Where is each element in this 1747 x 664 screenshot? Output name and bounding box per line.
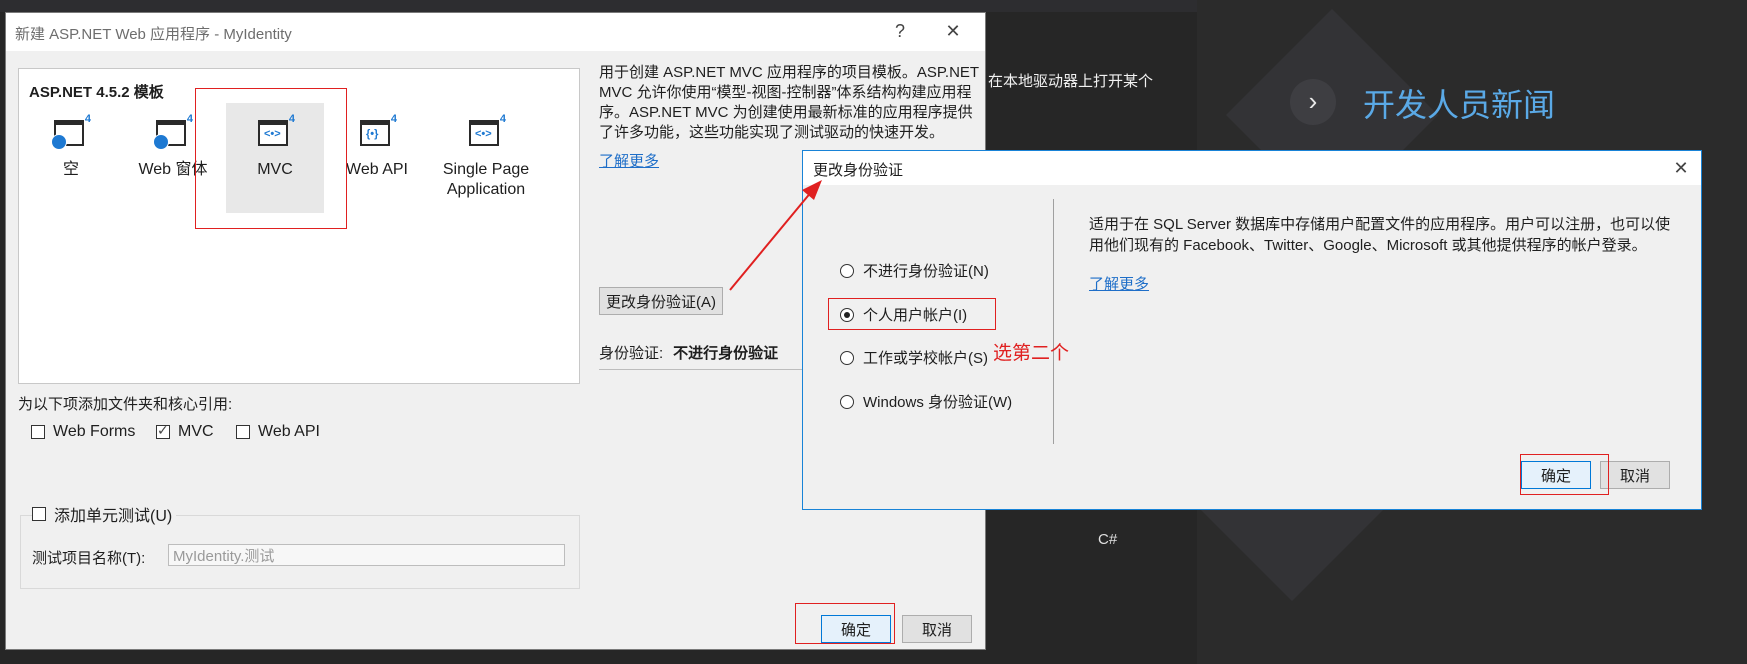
web-forms-icon: 4 — [153, 113, 193, 150]
radio-button[interactable] — [840, 350, 854, 365]
checkbox-box[interactable] — [31, 425, 45, 439]
dialog-title: 新建 ASP.NET Web 应用程序 - MyIdentity — [15, 26, 292, 43]
checkbox-web-forms[interactable]: Web Forms — [31, 423, 135, 441]
description-text: 用于创建 ASP.NET MVC 应用程序的项目模板。ASP.NET MVC 允… — [599, 64, 979, 141]
checkbox-label: Web API — [258, 423, 320, 440]
developer-news-title: 开发人员新闻 — [1363, 87, 1556, 123]
cancel-button[interactable]: 取消 — [902, 615, 972, 643]
radio-label: Windows 身份验证(W) — [863, 394, 1013, 411]
close-icon[interactable]: ✕ — [1669, 156, 1693, 180]
auth-description-text: 适用于在 SQL Server 数据库中存储用户配置文件的应用程序。用户可以注册… — [1089, 216, 1671, 254]
web-project-icon: 4 — [51, 113, 91, 150]
checkbox-web-api[interactable]: Web API — [236, 423, 320, 441]
radio-work-school[interactable]: 工作或学校帐户(S) — [840, 347, 988, 368]
dialog-titlebar: 新建 ASP.NET Web 应用程序 - MyIdentity ? ✕ — [6, 13, 985, 51]
web-api-icon: {•} 4 — [360, 113, 397, 150]
spa-icon: <•> 4 — [469, 113, 506, 150]
learn-more-link[interactable]: 了解更多 — [599, 153, 659, 170]
checkbox-label: Web Forms — [53, 423, 136, 440]
highlight-mvc-template — [195, 88, 347, 229]
templates-heading: ASP.NET 4.5.2 模板 — [29, 84, 164, 101]
checkbox-box[interactable] — [32, 507, 46, 521]
auth-description: 适用于在 SQL Server 数据库中存储用户配置文件的应用程序。用户可以注册… — [1089, 214, 1674, 295]
checkbox-unit-test[interactable]: 添加单元测试(U) — [32, 502, 177, 526]
radio-label: 工作或学校帐户(S) — [863, 350, 988, 367]
radio-label: 不进行身份验证(N) — [863, 263, 989, 280]
auth-label: 身份验证: — [599, 345, 664, 362]
radio-button[interactable] — [840, 394, 854, 409]
dialog-titlebar: 更改身份验证 ✕ — [803, 151, 1701, 185]
divider — [1053, 199, 1054, 444]
template-label: Single Page Application — [442, 161, 530, 198]
template-empty[interactable]: 4 空 — [22, 103, 120, 213]
news-expand-arrow-icon[interactable]: › — [1290, 79, 1336, 125]
help-icon[interactable]: ? — [888, 19, 912, 43]
checkbox-box[interactable] — [156, 422, 170, 439]
language-label: C# — [1098, 531, 1118, 548]
change-auth-button[interactable]: 更改身份验证(A) — [599, 287, 723, 315]
checkbox-mvc[interactable]: MVC — [156, 422, 214, 441]
start-page-open-local-text: 在本地驱动器上打开某个 — [988, 73, 1154, 90]
template-spa[interactable]: <•> 4 Single Page Application — [430, 103, 542, 213]
learn-more-link[interactable]: 了解更多 — [1089, 276, 1149, 293]
auth-value: 不进行身份验证 — [673, 345, 779, 362]
radio-button[interactable] — [840, 263, 854, 278]
radio-windows-auth[interactable]: Windows 身份验证(W) — [840, 391, 1012, 412]
checkbox-label: MVC — [178, 423, 214, 440]
radio-no-auth[interactable]: 不进行身份验证(N) — [840, 260, 989, 281]
checkbox-label: 添加单元测试(U) — [54, 508, 173, 525]
test-project-input[interactable] — [168, 544, 565, 566]
template-label: 空 — [62, 161, 79, 178]
folders-label: 为以下项添加文件夹和核心引用: — [18, 396, 233, 413]
checkbox-box[interactable] — [236, 425, 250, 439]
close-icon[interactable]: ✕ — [941, 19, 965, 43]
divider — [599, 369, 804, 370]
test-project-label: 测试项目名称(T): — [32, 550, 146, 567]
annotation-note: 选第二个 — [993, 343, 1070, 364]
auth-status: 身份验证: 不进行身份验证 — [599, 342, 778, 363]
cancel-button[interactable]: 取消 — [1600, 461, 1670, 489]
highlight-individual-accounts — [828, 298, 996, 330]
highlight-main-ok — [795, 603, 895, 644]
highlight-auth-ok — [1520, 454, 1609, 495]
dialog-title: 更改身份验证 — [813, 162, 904, 179]
